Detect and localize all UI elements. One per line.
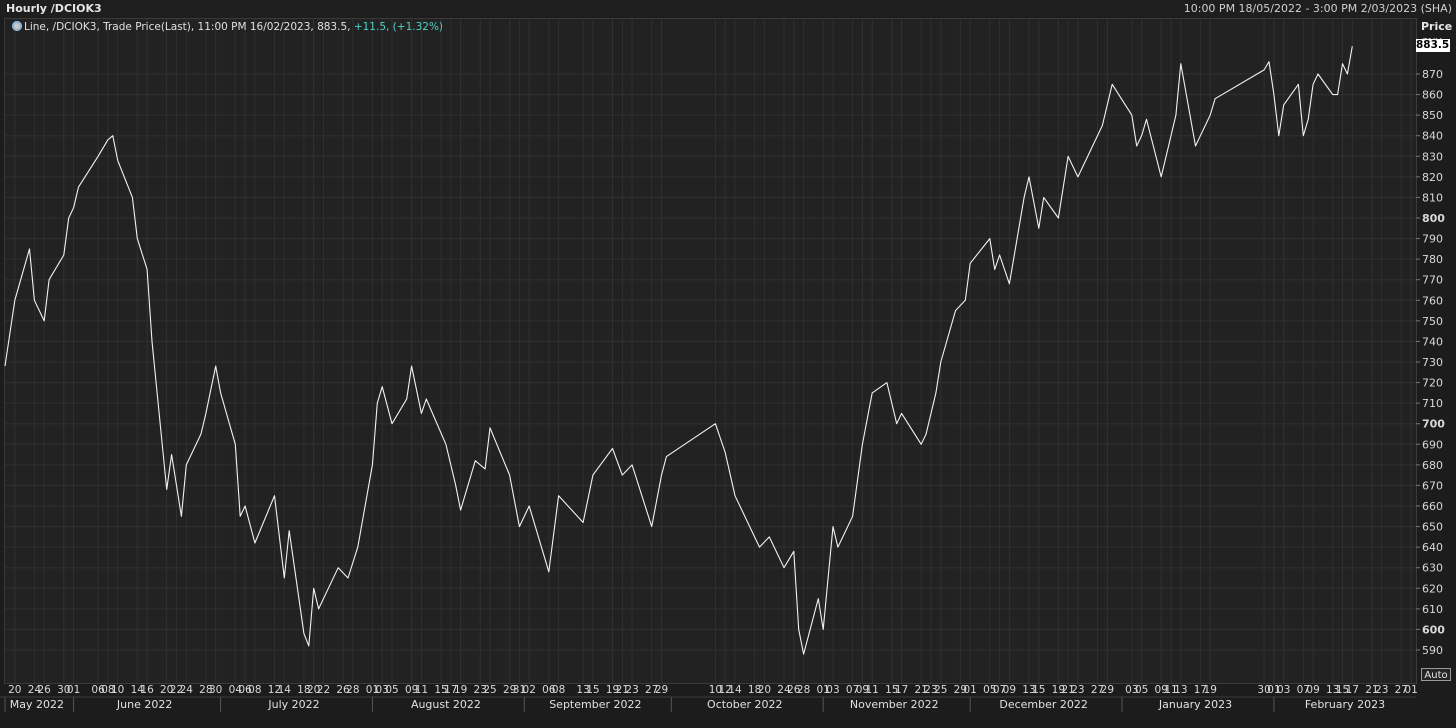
- y-tick-label: 840: [1422, 130, 1443, 143]
- y-tick-label: 650: [1422, 521, 1443, 534]
- month-label: November 2022: [850, 698, 939, 711]
- y-tick-label: 670: [1422, 479, 1443, 492]
- x-tick-label: 01: [67, 684, 80, 696]
- x-tick-label: 15: [586, 684, 599, 696]
- auto-scale-button[interactable]: Auto: [1421, 668, 1451, 681]
- x-tick-label: 08: [552, 684, 565, 696]
- y-tick-label: 850: [1422, 109, 1443, 122]
- x-tick-label: 28: [346, 684, 359, 696]
- y-tick-label: 610: [1422, 603, 1443, 616]
- y-tick-label: 680: [1422, 459, 1443, 472]
- y-tick-label: 750: [1422, 315, 1443, 328]
- month-label: June 2022: [116, 698, 172, 711]
- y-tick-label: 620: [1422, 582, 1443, 595]
- y-tick-label: 770: [1422, 274, 1443, 287]
- line-chart: 590 600 610 620 630 640 650 660 670 680 690 700 710 7…: [0, 19, 1445, 712]
- x-tick-label: 09: [1306, 684, 1319, 696]
- y-tick-label: 690: [1422, 438, 1443, 451]
- month-label: August 2022: [411, 698, 481, 711]
- x-tick-label: 16: [140, 684, 154, 696]
- y-tick-label: 820: [1422, 171, 1443, 184]
- y-tick-label: 810: [1422, 191, 1443, 204]
- x-tick-label: 26: [38, 684, 52, 696]
- x-tick-label: 25: [483, 684, 496, 696]
- x-tick-label: 13: [1174, 684, 1187, 696]
- y-tick-label: 730: [1422, 356, 1443, 369]
- series-legend[interactable]: Line, /DCIOK3, Trade Price(Last), 11:00 …: [12, 20, 443, 34]
- x-tick-label: 19: [1204, 684, 1217, 696]
- legend-change: +11.5, (+1.32%): [353, 21, 444, 33]
- x-tick-label: 05: [1135, 684, 1148, 696]
- x-tick-label: 23: [1375, 684, 1388, 696]
- y-axis-title: Price: [1421, 20, 1453, 33]
- month-label: October 2022: [707, 698, 783, 711]
- month-label: December 2022: [999, 698, 1088, 711]
- x-tick-label: 29: [655, 684, 668, 696]
- y-tick-label: 640: [1422, 541, 1443, 554]
- x-tick-label: 17: [895, 684, 908, 696]
- y-tick-label: 710: [1422, 397, 1443, 410]
- y-tick-label: 830: [1422, 150, 1443, 163]
- y-tick-label: 760: [1422, 294, 1443, 307]
- x-tick-label: 14: [728, 684, 742, 696]
- series-globe-icon: [12, 21, 22, 31]
- y-tick-label: 660: [1422, 500, 1443, 513]
- x-tick-label: 03: [1277, 684, 1290, 696]
- y-tick-label: 860: [1422, 89, 1443, 102]
- x-tick-label: 01: [1404, 684, 1417, 696]
- x-tick-label: 24: [180, 684, 194, 696]
- x-tick-label: 29: [1101, 684, 1114, 696]
- x-tick-label: 30: [209, 684, 222, 696]
- y-tick-label: 720: [1422, 377, 1443, 390]
- y-tick-label: 590: [1422, 644, 1443, 657]
- x-tick-label: 22: [317, 684, 330, 696]
- x-tick-label: 15: [1032, 684, 1045, 696]
- month-label: February 2023: [1305, 698, 1385, 711]
- x-tick-label: 28: [797, 684, 810, 696]
- month-label: September 2022: [549, 698, 641, 711]
- x-tick-label: 11: [865, 684, 878, 696]
- y-tick-label: 740: [1422, 335, 1443, 348]
- x-tick-label: 05: [385, 684, 398, 696]
- y-tick-label: 800: [1422, 212, 1445, 225]
- x-tick-label: 09: [1003, 684, 1016, 696]
- y-tick-label: 870: [1422, 68, 1443, 81]
- legend-text: Line, /DCIOK3, Trade Price(Last), 11:00 …: [24, 21, 351, 33]
- x-tick-label: 11: [415, 684, 428, 696]
- x-tick-label: 03: [826, 684, 839, 696]
- x-tick-label: 02: [523, 684, 536, 696]
- x-tick-label: 23: [1071, 684, 1084, 696]
- x-tick-label: 25: [934, 684, 947, 696]
- y-tick-label: 790: [1422, 233, 1443, 246]
- x-tick-label: 19: [454, 684, 467, 696]
- y-tick-label: 780: [1422, 253, 1443, 266]
- y-tick-label: 600: [1422, 623, 1445, 636]
- month-label: May 2022: [10, 698, 64, 711]
- y-tick-label: 630: [1422, 562, 1443, 575]
- x-tick-label: 20: [758, 684, 771, 696]
- last-price-tag: 883.5: [1416, 39, 1450, 52]
- price-series-line: [4, 46, 1353, 655]
- x-tick-label: 20: [8, 684, 21, 696]
- month-label: July 2022: [267, 698, 319, 711]
- x-tick-label: 17: [1346, 684, 1359, 696]
- x-tick-label: 10: [111, 684, 124, 696]
- x-tick-label: 01: [963, 684, 976, 696]
- x-tick-label: 08: [248, 684, 261, 696]
- x-tick-label: 23: [625, 684, 638, 696]
- month-label: January 2023: [1158, 698, 1232, 711]
- x-tick-label: 14: [278, 684, 292, 696]
- y-tick-label: 700: [1422, 418, 1445, 431]
